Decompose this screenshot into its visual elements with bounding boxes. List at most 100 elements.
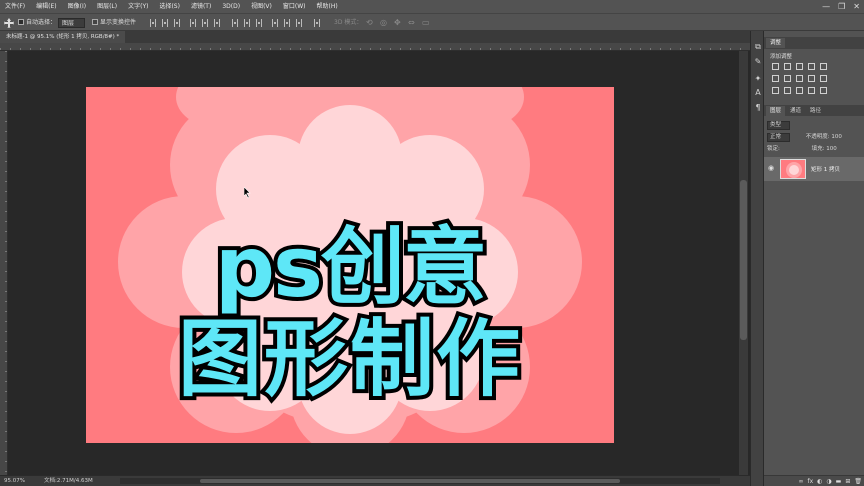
curves-icon[interactable] <box>796 63 803 70</box>
blend-opacity-row: 正常 不透明度: 100 <box>767 133 842 142</box>
menu-help[interactable]: 帮助(H) <box>312 0 344 13</box>
distribute-top-icon[interactable] <box>232 19 238 27</box>
trash-icon[interactable]: 🗑 <box>854 476 862 486</box>
levels-icon[interactable] <box>784 63 791 70</box>
layer-row[interactable]: ◉ 矩形 1 拷贝 <box>764 157 864 181</box>
menu-view[interactable]: 视图(V) <box>246 0 278 13</box>
3d-pan-icon[interactable]: ✥ <box>394 18 401 28</box>
align-right-icon[interactable] <box>214 19 220 27</box>
history-icon[interactable]: ⧉ <box>754 43 762 51</box>
ruler-vertical <box>0 51 8 475</box>
tab-layers[interactable]: 图层 <box>766 106 786 116</box>
align-hcenter-icon[interactable] <box>202 19 208 27</box>
posterize-icon[interactable] <box>784 87 791 94</box>
menu-file[interactable]: 文件(F) <box>0 0 31 13</box>
menu-window[interactable]: 窗口(W) <box>278 0 312 13</box>
horizontal-scroll-thumb[interactable] <box>200 479 620 483</box>
3d-rotate-icon[interactable]: ⟲ <box>366 18 373 28</box>
adjust-add-label: 添加调整 <box>770 54 793 60</box>
photo-filter-icon[interactable] <box>808 75 815 82</box>
panel-icon-strip: ⧉ ✎ ✦ A ¶ <box>750 31 764 486</box>
menu-type[interactable]: 文字(Y) <box>123 0 154 13</box>
layer-filter-row: 类型 <box>767 121 791 130</box>
align-left-icon[interactable] <box>190 19 196 27</box>
folder-icon[interactable]: ▬ <box>836 476 842 486</box>
paragraph-icon[interactable]: ¶ <box>754 104 762 112</box>
exposure-icon[interactable] <box>808 63 815 70</box>
ruler-horizontal <box>0 43 750 51</box>
fill-value[interactable]: 100 <box>826 146 837 152</box>
show-transform-label: 显示变换控件 <box>100 19 137 26</box>
align-top-icon[interactable] <box>150 19 156 27</box>
align-bottom-icon[interactable] <box>174 19 180 27</box>
menu-image[interactable]: 图像(I) <box>63 0 92 13</box>
threshold-icon[interactable] <box>796 87 803 94</box>
tab-adjust[interactable]: 调整 <box>766 38 786 48</box>
minimize-icon[interactable]: — <box>822 0 830 13</box>
close-icon[interactable]: ✕ <box>853 0 860 13</box>
right-panels: 调整 添加调整 图层 通道 路径 类型 正常 不透明度: 100 锁定: 填充:… <box>764 31 864 486</box>
menu-3d[interactable]: 3D(D) <box>217 0 246 13</box>
align-vcenter-icon[interactable] <box>162 19 168 27</box>
black-white-icon[interactable] <box>796 75 803 82</box>
vertical-scroll-thumb[interactable] <box>740 180 747 340</box>
character-icon[interactable]: A <box>754 89 762 97</box>
menu-select[interactable]: 选择(S) <box>154 0 186 13</box>
zoom-level[interactable]: 95.07% <box>4 476 25 486</box>
adjustment-icon[interactable]: ◑ <box>826 476 831 486</box>
distribute-left-icon[interactable] <box>272 19 278 27</box>
document-canvas[interactable]: ps创意 图形制作 <box>86 87 614 443</box>
invert-icon[interactable] <box>772 87 779 94</box>
vibrance-icon[interactable] <box>820 63 827 70</box>
layer-name[interactable]: 矩形 1 拷贝 <box>811 165 840 173</box>
title-text-line2[interactable]: 图形制作 <box>86 313 614 405</box>
distribute-right-icon[interactable] <box>296 19 302 27</box>
move-tool-icon[interactable] <box>4 18 14 28</box>
channel-mixer-icon[interactable] <box>820 75 827 82</box>
3d-slide-icon[interactable]: ⇔ <box>408 18 415 28</box>
layers-footer: ∞ fx ◐ ◑ ▬ ⊞ 🗑 <box>764 475 864 486</box>
properties-icon[interactable]: ✎ <box>754 58 762 66</box>
auto-select-checkbox[interactable]: 自动选择： <box>18 18 56 28</box>
kind-filter-dropdown[interactable]: 类型 <box>767 121 791 130</box>
brush-icon[interactable]: ✦ <box>754 75 762 83</box>
restore-icon[interactable]: ❐ <box>838 0 845 13</box>
show-transform-checkbox[interactable]: 显示变换控件 <box>92 18 136 28</box>
link-icon[interactable]: ∞ <box>799 476 804 486</box>
blend-mode-dropdown[interactable]: 正常 <box>767 133 791 142</box>
adjust-panel-header: 调整 <box>764 37 864 49</box>
opacity-value[interactable]: 100 <box>831 134 842 140</box>
checkbox-icon <box>18 19 24 25</box>
lock-fill-row: 锁定: 填充: 100 <box>767 145 837 154</box>
document-size: 文档:2.71M/4.63M <box>44 478 93 484</box>
gradient-map-icon[interactable] <box>820 87 827 94</box>
distribute-bottom-icon[interactable] <box>256 19 262 27</box>
document-tab[interactable]: 未标题-1 @ 95.1% (矩形 1 拷贝, RGB/8#) * <box>0 31 126 43</box>
window-controls: — ❐ ✕ <box>822 0 860 13</box>
move-cursor-icon <box>244 187 251 199</box>
auto-select-dropdown[interactable]: 图层 <box>58 18 86 28</box>
auto-align-icon[interactable] <box>314 19 320 27</box>
menu-edit[interactable]: 编辑(E) <box>31 0 62 13</box>
menu-layer[interactable]: 图层(L) <box>92 0 123 13</box>
visibility-eye-icon[interactable]: ◉ <box>768 165 774 172</box>
hue-saturation-icon[interactable] <box>772 75 779 82</box>
tab-paths[interactable]: 路径 <box>806 106 825 116</box>
menu-filter[interactable]: 滤镜(T) <box>186 0 217 13</box>
layers-panel-header: 图层 通道 路径 <box>764 105 864 116</box>
tab-channels[interactable]: 通道 <box>786 106 805 116</box>
distribute-hcenter-icon[interactable] <box>284 19 290 27</box>
distribute-vcenter-icon[interactable] <box>244 19 250 27</box>
3d-scale-icon[interactable]: ▭ <box>422 18 430 28</box>
mask-icon[interactable]: ◐ <box>817 476 822 486</box>
title-text-line1[interactable]: ps创意 <box>86 221 614 313</box>
brightness-icon[interactable] <box>772 63 779 70</box>
checkbox-icon <box>92 19 98 25</box>
new-layer-icon[interactable]: ⊞ <box>845 476 850 486</box>
color-balance-icon[interactable] <box>784 75 791 82</box>
options-bar: 自动选择： 图层 显示变换控件 3D 模式： ⟲ ◎ ✥ ⇔ ▭ <box>0 13 864 31</box>
3d-roll-icon[interactable]: ◎ <box>380 18 387 28</box>
selective-color-icon[interactable] <box>808 87 815 94</box>
status-bar: 95.07% 文档:2.71M/4.63M <box>0 475 750 486</box>
fx-icon[interactable]: fx <box>808 476 814 486</box>
